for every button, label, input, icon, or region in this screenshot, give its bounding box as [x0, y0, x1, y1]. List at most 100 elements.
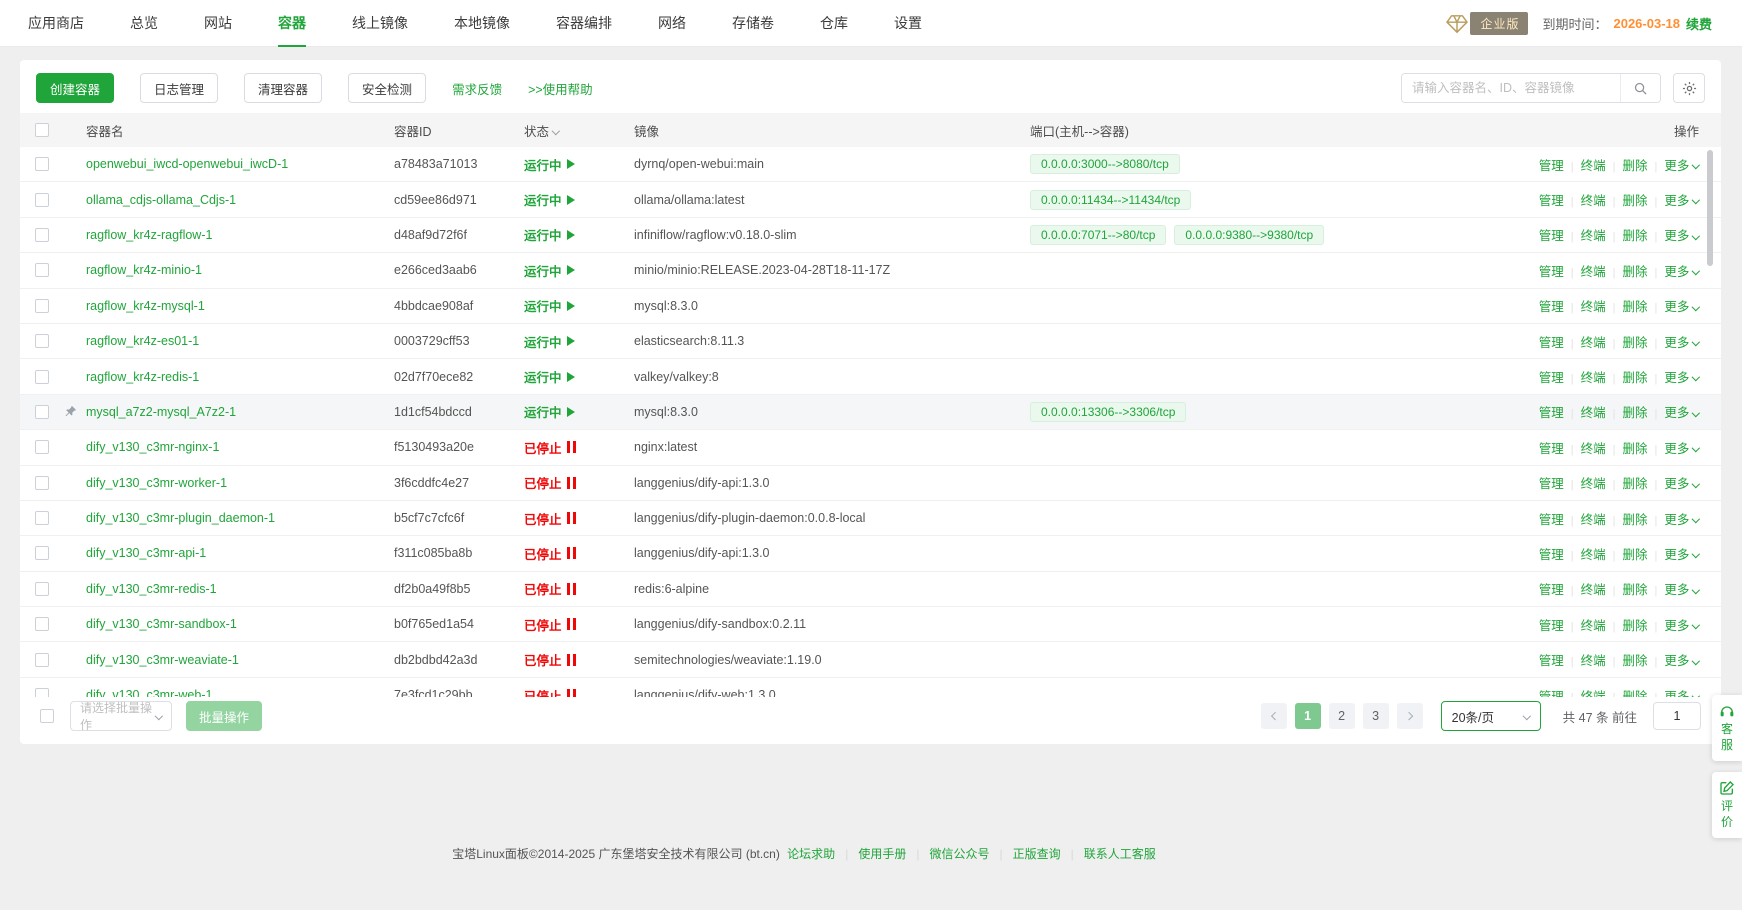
batch-select-all-checkbox[interactable]: [40, 709, 54, 723]
action-more-link[interactable]: 更多: [1664, 442, 1699, 456]
action-more-link[interactable]: 更多: [1664, 619, 1699, 633]
search-button[interactable]: [1620, 73, 1660, 103]
action-terminal-link[interactable]: 终端: [1581, 690, 1606, 697]
row-checkbox[interactable]: [35, 334, 49, 348]
action-delete-link[interactable]: 删除: [1623, 548, 1648, 562]
row-checkbox[interactable]: [35, 193, 49, 207]
action-delete-link[interactable]: 删除: [1623, 477, 1648, 491]
action-delete-link[interactable]: 删除: [1623, 583, 1648, 597]
action-terminal-link[interactable]: 终端: [1581, 265, 1606, 279]
page-size-select[interactable]: 20条/页: [1441, 701, 1541, 731]
row-checkbox[interactable]: [35, 228, 49, 242]
action-terminal-link[interactable]: 终端: [1581, 336, 1606, 350]
feedback-link[interactable]: 需求反馈: [452, 79, 502, 98]
action-more-link[interactable]: 更多: [1664, 229, 1699, 243]
container-name-link[interactable]: dify_v130_c3mr-web-1: [86, 688, 212, 697]
action-manage-link[interactable]: 管理: [1539, 583, 1564, 597]
action-manage-link[interactable]: 管理: [1539, 690, 1564, 697]
action-manage-link[interactable]: 管理: [1539, 513, 1564, 527]
search-input[interactable]: [1402, 74, 1620, 102]
row-checkbox[interactable]: [35, 511, 49, 525]
action-manage-link[interactable]: 管理: [1539, 371, 1564, 385]
create-container-button[interactable]: 创建容器: [36, 73, 114, 103]
action-terminal-link[interactable]: 终端: [1581, 513, 1606, 527]
action-delete-link[interactable]: 删除: [1623, 442, 1648, 456]
footer-link-论坛求助[interactable]: 论坛求助: [787, 847, 835, 861]
action-more-link[interactable]: 更多: [1664, 477, 1699, 491]
action-manage-link[interactable]: 管理: [1539, 159, 1564, 173]
action-terminal-link[interactable]: 终端: [1581, 406, 1606, 420]
review-button[interactable]: 评价: [1712, 772, 1742, 838]
row-checkbox[interactable]: [35, 476, 49, 490]
action-terminal-link[interactable]: 终端: [1581, 229, 1606, 243]
footer-link-联系人工客服[interactable]: 联系人工客服: [1084, 847, 1156, 861]
action-terminal-link[interactable]: 终端: [1581, 619, 1606, 633]
action-more-link[interactable]: 更多: [1664, 513, 1699, 527]
prev-page-button[interactable]: [1261, 703, 1287, 729]
nav-item-仓库[interactable]: 仓库: [820, 0, 848, 47]
nav-item-网络[interactable]: 网络: [658, 0, 686, 47]
action-delete-link[interactable]: 删除: [1623, 690, 1648, 697]
container-name-link[interactable]: ragflow_kr4z-mysql-1: [86, 299, 205, 313]
settings-button[interactable]: [1673, 73, 1705, 103]
container-name-link[interactable]: dify_v130_c3mr-sandbox-1: [86, 617, 237, 631]
action-delete-link[interactable]: 删除: [1623, 654, 1648, 668]
action-manage-link[interactable]: 管理: [1539, 477, 1564, 491]
nav-item-网站[interactable]: 网站: [204, 0, 232, 47]
container-name-link[interactable]: dify_v130_c3mr-api-1: [86, 546, 206, 560]
nav-item-容器编排[interactable]: 容器编排: [556, 0, 612, 47]
footer-link-微信公众号[interactable]: 微信公众号: [929, 847, 989, 861]
action-more-link[interactable]: 更多: [1664, 654, 1699, 668]
container-name-link[interactable]: ollama_cdjs-ollama_Cdjs-1: [86, 193, 236, 207]
help-link[interactable]: >>使用帮助: [528, 79, 593, 98]
log-management-button[interactable]: 日志管理: [140, 73, 218, 103]
container-name-link[interactable]: dify_v130_c3mr-weaviate-1: [86, 653, 239, 667]
action-terminal-link[interactable]: 终端: [1581, 371, 1606, 385]
batch-operation-select[interactable]: 请选择批量操作: [70, 701, 172, 731]
action-more-link[interactable]: 更多: [1664, 583, 1699, 597]
action-delete-link[interactable]: 删除: [1623, 265, 1648, 279]
action-manage-link[interactable]: 管理: [1539, 654, 1564, 668]
clean-container-button[interactable]: 清理容器: [244, 73, 322, 103]
container-name-link[interactable]: dify_v130_c3mr-redis-1: [86, 582, 217, 596]
select-all-checkbox[interactable]: [35, 123, 49, 137]
action-delete-link[interactable]: 删除: [1623, 300, 1648, 314]
action-manage-link[interactable]: 管理: [1539, 194, 1564, 208]
container-name-link[interactable]: dify_v130_c3mr-plugin_daemon-1: [86, 511, 275, 525]
nav-item-总览[interactable]: 总览: [130, 0, 158, 47]
action-more-link[interactable]: 更多: [1664, 194, 1699, 208]
action-manage-link[interactable]: 管理: [1539, 265, 1564, 279]
renew-link[interactable]: 续费: [1686, 14, 1712, 33]
action-manage-link[interactable]: 管理: [1539, 336, 1564, 350]
container-name-link[interactable]: mysql_a7z2-mysql_A7z2-1: [86, 405, 236, 419]
action-more-link[interactable]: 更多: [1664, 159, 1699, 173]
page-button-2[interactable]: 2: [1329, 703, 1355, 729]
container-name-link[interactable]: openwebui_iwcd-openwebui_iwcD-1: [86, 157, 288, 171]
action-manage-link[interactable]: 管理: [1539, 229, 1564, 243]
action-delete-link[interactable]: 删除: [1623, 619, 1648, 633]
row-checkbox[interactable]: [35, 617, 49, 631]
page-button-1[interactable]: 1: [1295, 703, 1321, 729]
action-terminal-link[interactable]: 终端: [1581, 194, 1606, 208]
action-delete-link[interactable]: 删除: [1623, 229, 1648, 243]
action-manage-link[interactable]: 管理: [1539, 548, 1564, 562]
action-delete-link[interactable]: 删除: [1623, 159, 1648, 173]
nav-item-设置[interactable]: 设置: [894, 0, 922, 47]
action-terminal-link[interactable]: 终端: [1581, 159, 1606, 173]
row-checkbox[interactable]: [35, 370, 49, 384]
action-more-link[interactable]: 更多: [1664, 371, 1699, 385]
next-page-button[interactable]: [1397, 703, 1423, 729]
header-status-filter[interactable]: 状态: [524, 121, 634, 140]
row-checkbox[interactable]: [35, 405, 49, 419]
action-delete-link[interactable]: 删除: [1623, 371, 1648, 385]
action-more-link[interactable]: 更多: [1664, 336, 1699, 350]
action-more-link[interactable]: 更多: [1664, 406, 1699, 420]
row-checkbox[interactable]: [35, 582, 49, 596]
action-delete-link[interactable]: 删除: [1623, 513, 1648, 527]
action-delete-link[interactable]: 删除: [1623, 336, 1648, 350]
nav-item-应用商店[interactable]: 应用商店: [28, 0, 84, 47]
container-name-link[interactable]: ragflow_kr4z-es01-1: [86, 334, 199, 348]
action-more-link[interactable]: 更多: [1664, 690, 1699, 697]
footer-link-使用手册[interactable]: 使用手册: [858, 847, 906, 861]
batch-operation-button[interactable]: 批量操作: [186, 701, 262, 731]
